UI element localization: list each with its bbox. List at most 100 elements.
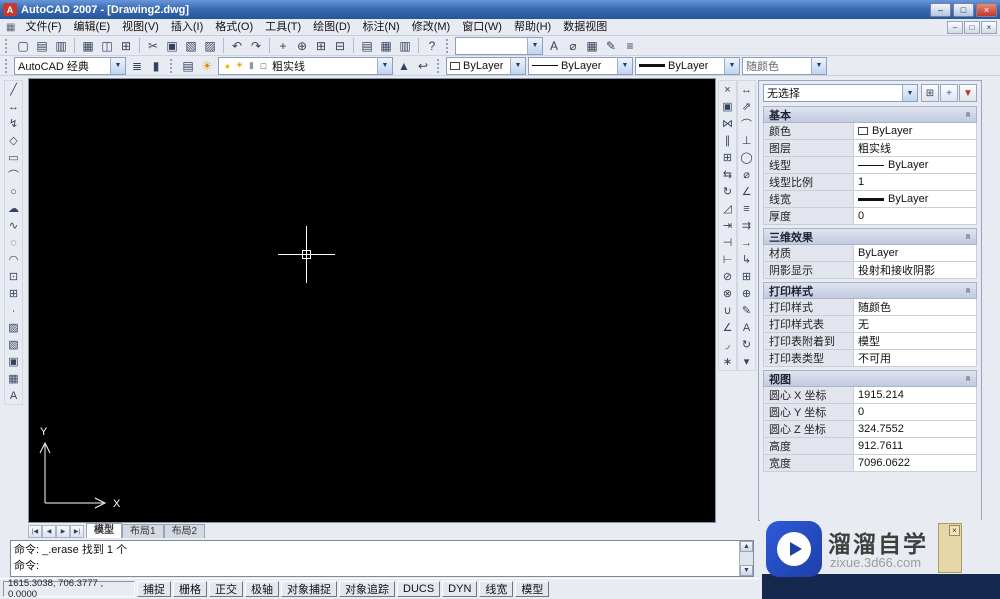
hatch-icon[interactable]: ▨ [5, 319, 22, 336]
toolbar-grip[interactable] [5, 58, 9, 73]
status-toggle-1[interactable]: 栅格 [173, 581, 207, 597]
workspace-lock-icon[interactable]: ▮ [147, 57, 165, 75]
dimension-edit-icon[interactable]: ✎ [738, 302, 755, 319]
collapse-chevron-icon[interactable]: « [963, 112, 974, 118]
undo-icon[interactable]: ↶ [228, 37, 246, 55]
chevron-down-icon[interactable]: ▼ [617, 57, 632, 74]
maximize-button[interactable]: □ [953, 2, 974, 17]
collapse-chevron-icon[interactable]: « [963, 376, 974, 382]
property-value[interactable]: 1 [854, 174, 976, 190]
property-value[interactable]: 不可用 [854, 350, 976, 366]
continue-dimension-icon[interactable]: → [738, 234, 755, 251]
menu-item-0[interactable]: 文件(F) [19, 19, 67, 35]
new-file-icon[interactable]: ▢ [14, 37, 32, 55]
dimension-style-icon[interactable]: ⌀ [564, 37, 582, 55]
make-object-layer-current-icon[interactable]: ▲ [395, 57, 413, 75]
property-value[interactable]: ByLayer [854, 245, 976, 261]
erase-icon[interactable]: × [719, 81, 736, 98]
mdi-minimize-button[interactable]: – [947, 20, 963, 34]
toolbar-grip[interactable] [5, 38, 9, 53]
line-icon[interactable]: ╱ [5, 81, 22, 98]
plot-icon[interactable]: ▦ [79, 37, 97, 55]
aligned-dimension-icon[interactable]: ⇗ [738, 98, 755, 115]
list-icon[interactable]: ≡ [621, 37, 639, 55]
command-scrollbar[interactable]: ▲ ▼ [739, 541, 753, 576]
fillet-icon[interactable]: ◞ [719, 336, 736, 353]
property-value[interactable]: 324.7552 [854, 421, 976, 437]
layer-previous-icon[interactable]: ↩ [414, 57, 432, 75]
tab-last-icon[interactable]: ▶| [70, 525, 84, 538]
menu-item-9[interactable]: 窗口(W) [456, 19, 508, 35]
mirror-icon[interactable]: ⋈ [719, 115, 736, 132]
chevron-down-icon[interactable]: ▼ [377, 57, 392, 74]
ellipse-arc-icon[interactable]: ◠ [5, 251, 22, 268]
point-icon[interactable]: ∙ [5, 302, 22, 319]
circle-icon[interactable]: ○ [5, 183, 22, 200]
paste-icon[interactable]: ▧ [182, 37, 200, 55]
publish-icon[interactable]: ⊞ [117, 37, 135, 55]
revision-cloud-icon[interactable]: ☁ [5, 200, 22, 217]
menu-item-7[interactable]: 标注(N) [356, 19, 405, 35]
collapse-chevron-icon[interactable]: « [963, 288, 974, 294]
ellipse-icon[interactable]: ◌ [5, 234, 22, 251]
copy-icon[interactable]: ▣ [719, 98, 736, 115]
diameter-dimension-icon[interactable]: ⌀ [738, 166, 755, 183]
chevron-down-icon[interactable]: ▼ [724, 57, 739, 74]
property-value[interactable]: 912.7611 [854, 438, 976, 454]
rotate-icon[interactable]: ↻ [719, 183, 736, 200]
status-toggle-0[interactable]: 捕捉 [137, 581, 171, 597]
join-icon[interactable]: ∪ [719, 302, 736, 319]
offset-icon[interactable]: ∥ [719, 132, 736, 149]
property-value[interactable]: 无 [854, 316, 976, 332]
toolbar-grip[interactable] [437, 58, 441, 73]
menu-item-5[interactable]: 工具(T) [259, 19, 307, 35]
dimension-update-icon[interactable]: ↻ [738, 336, 755, 353]
scale-icon[interactable]: ◿ [719, 200, 736, 217]
gradient-icon[interactable]: ▧ [5, 336, 22, 353]
tab-prev-icon[interactable]: ◀ [42, 525, 56, 538]
tolerance-icon[interactable]: ⊞ [738, 268, 755, 285]
scroll-down-icon[interactable]: ▼ [740, 565, 753, 576]
move-icon[interactable]: ⇆ [719, 166, 736, 183]
construction-line-icon[interactable]: ↔ [5, 98, 22, 115]
property-value[interactable]: ByLayer [854, 123, 976, 139]
break-icon[interactable]: ⊗ [719, 285, 736, 302]
chevron-down-icon[interactable]: ▼ [527, 37, 542, 54]
property-value[interactable]: 投射和接收阴影 [854, 262, 976, 278]
layer-combo[interactable]: ● ☀ ▮ □ 粗实线 ▼ [218, 56, 393, 75]
layer-lock-icon[interactable]: ▮ [246, 60, 257, 71]
quick-select-icon[interactable]: ▼ [959, 84, 977, 102]
property-value[interactable]: 0 [854, 208, 976, 224]
titlebar[interactable]: A AutoCAD 2007 - [Drawing2.dwg] – □ × [0, 0, 1000, 19]
chevron-down-icon[interactable]: ▼ [811, 57, 826, 74]
pan-realtime-icon[interactable]: + [274, 37, 292, 55]
workspace-combo[interactable]: AutoCAD 经典 ▼ [14, 56, 126, 75]
palette-section-header[interactable]: 基本 « [763, 106, 977, 123]
quick-leader-icon[interactable]: ↳ [738, 251, 755, 268]
ordinate-dimension-icon[interactable]: ⊥ [738, 132, 755, 149]
help-icon[interactable]: ? [423, 37, 441, 55]
table-icon[interactable]: ▦ [5, 370, 22, 387]
tab-model[interactable]: 模型 [86, 523, 122, 538]
drawing-canvas[interactable]: Y X [28, 78, 716, 523]
dimension-text-edit-icon[interactable]: A [738, 319, 755, 336]
save-file-icon[interactable]: ▥ [52, 37, 70, 55]
plot-preview-icon[interactable]: ◫ [98, 37, 116, 55]
mdi-restore-button[interactable]: □ [964, 20, 980, 34]
status-toggle-6[interactable]: DUCS [397, 581, 441, 597]
status-toggle-5[interactable]: 对象追踪 [339, 581, 395, 597]
command-window[interactable]: 命令: _.erase 找到 1 个命令: ▲ ▼ [10, 540, 754, 577]
menu-item-11[interactable]: 数据视图 [557, 19, 613, 35]
chevron-down-icon[interactable]: ▼ [902, 85, 917, 101]
explode-icon[interactable]: ∗ [719, 353, 736, 370]
stretch-icon[interactable]: ⇥ [719, 217, 736, 234]
zoom-window-icon[interactable]: ⊞ [312, 37, 330, 55]
property-value[interactable]: ByLayer [854, 157, 976, 173]
tab-first-icon[interactable]: |◀ [28, 525, 42, 538]
palette-section-header[interactable]: 三维效果 « [763, 228, 977, 245]
lineweight-combo[interactable]: ByLayer ▼ [635, 56, 740, 75]
property-value[interactable]: 1915.214 [854, 387, 976, 403]
close-button[interactable]: × [976, 2, 997, 17]
menu-item-2[interactable]: 视图(V) [116, 19, 165, 35]
tool-palettes-icon[interactable]: ▥ [396, 37, 414, 55]
